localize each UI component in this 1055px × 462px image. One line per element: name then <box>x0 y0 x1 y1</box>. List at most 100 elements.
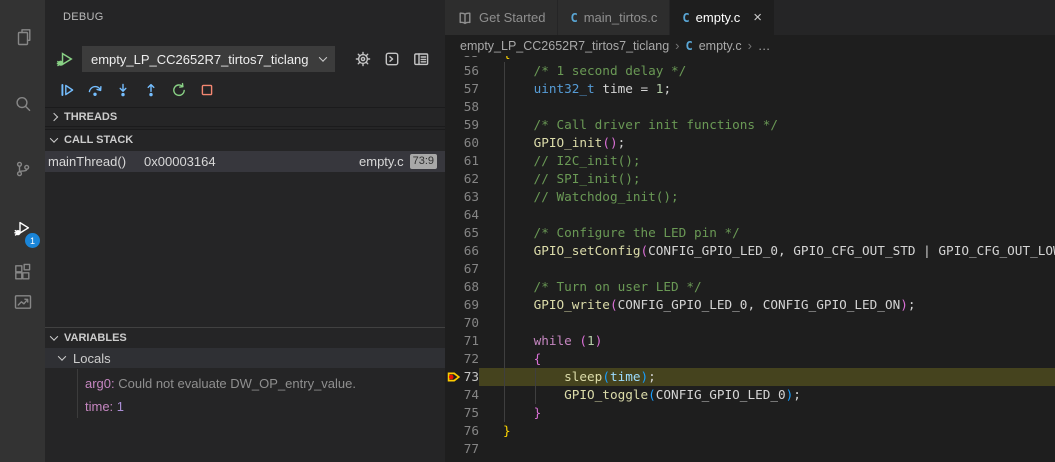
code-line-62[interactable]: 62 // SPI_init(); <box>445 170 1055 188</box>
line-number[interactable]: 66 <box>445 242 479 260</box>
launch-config-dropdown[interactable]: empty_LP_CC2652R7_tirtos7_ticlang <box>82 46 335 72</box>
code-text <box>479 440 1055 458</box>
call-stack-frame-row[interactable]: mainThread() 0x00003164 empty.c 73:9 <box>45 151 445 172</box>
panel-layout-icon[interactable] <box>411 49 431 69</box>
code-line-75[interactable]: 75 } <box>445 404 1055 422</box>
start-debugging-icon[interactable] <box>56 50 74 68</box>
code-line-59[interactable]: 59 /* Call driver init functions */ <box>445 116 1055 134</box>
locals-label: Locals <box>73 351 111 366</box>
c-file-icon: C <box>686 39 693 53</box>
code-line-68[interactable]: 68 /* Turn on user LED */ <box>445 278 1055 296</box>
code-line-76[interactable]: 76} <box>445 422 1055 440</box>
variables-section-header[interactable]: VARIABLES <box>45 327 445 347</box>
code-line-57[interactable]: 57 uint32_t time = 1; <box>445 80 1055 98</box>
line-number[interactable]: 69 <box>445 296 479 314</box>
activity-item-source-control[interactable] <box>0 148 45 190</box>
activity-item-explorer[interactable] <box>0 16 45 58</box>
line-number[interactable]: 64 <box>445 206 479 224</box>
code-line-70[interactable]: 70 <box>445 314 1055 332</box>
activity-item-analysis[interactable] <box>0 281 45 323</box>
settings-icon[interactable] <box>353 49 373 69</box>
code-text: GPIO_toggle(CONFIG_GPIO_LED_0); <box>479 386 1055 404</box>
line-number[interactable]: 76 <box>445 422 479 440</box>
close-icon[interactable]: × <box>753 10 762 25</box>
line-number[interactable]: 60 <box>445 134 479 152</box>
line-number[interactable]: 56 <box>445 62 479 80</box>
code-line-67[interactable]: 67 <box>445 260 1055 278</box>
step-over-button[interactable] <box>86 81 104 99</box>
tab-get-started[interactable]: Get Started <box>445 0 558 35</box>
variable-row[interactable]: arg0: Could not evaluate DW_OP_entry_val… <box>45 372 445 394</box>
code-line-69[interactable]: 69 GPIO_write(CONFIG_GPIO_LED_0, CONFIG_… <box>445 296 1055 314</box>
code-line-56[interactable]: 56 /* 1 second delay */ <box>445 62 1055 80</box>
line-number[interactable]: 68 <box>445 278 479 296</box>
c-file-icon: C <box>682 11 689 25</box>
variable-value: 1 <box>113 399 124 414</box>
step-out-button[interactable] <box>142 81 160 99</box>
line-number[interactable]: 75 <box>445 404 479 422</box>
code-line-71[interactable]: 71 while (1) <box>445 332 1055 350</box>
step-into-button[interactable] <box>114 81 132 99</box>
frame-location: empty.c 73:9 <box>359 154 437 169</box>
restart-button[interactable] <box>170 81 188 99</box>
line-number[interactable]: 67 <box>445 260 479 278</box>
chevron-down-icon <box>58 352 66 360</box>
token <box>503 351 534 366</box>
line-number[interactable]: 70 <box>445 314 479 332</box>
breadcrumb-project[interactable]: empty_LP_CC2652R7_tirtos7_ticlang <box>460 39 669 53</box>
variable-row[interactable]: time: 1 <box>45 395 445 417</box>
debug-console-icon[interactable] <box>382 49 402 69</box>
code-line-74[interactable]: 74 GPIO_toggle(CONFIG_GPIO_LED_0); <box>445 386 1055 404</box>
activity-item-search[interactable] <box>0 83 45 125</box>
code-line-63[interactable]: 63 // Watchdog_init(); <box>445 188 1055 206</box>
frame-address: 0x00003164 <box>144 154 216 169</box>
token: ( <box>579 333 587 348</box>
line-number[interactable]: 77 <box>445 440 479 458</box>
threads-section-header[interactable]: THREADS <box>45 107 445 127</box>
line-number[interactable]: 58 <box>445 98 479 116</box>
code-text <box>479 98 1055 116</box>
code-editor[interactable]: 55{56 /* 1 second delay */57 uint32_t ti… <box>445 56 1055 462</box>
code-line-72[interactable]: 72 { <box>445 350 1055 368</box>
code-line-77[interactable]: 77 <box>445 440 1055 458</box>
code-text: GPIO_init(); <box>479 134 1055 152</box>
code-line-73[interactable]: 73 sleep(time); <box>445 368 1055 386</box>
locals-scope-row[interactable]: Locals <box>45 348 445 368</box>
line-number[interactable]: 74 <box>445 386 479 404</box>
stop-button[interactable] <box>198 81 216 99</box>
line-number[interactable]: 59 <box>445 116 479 134</box>
line-number[interactable]: 61 <box>445 152 479 170</box>
code-line-58[interactable]: 58 <box>445 98 1055 116</box>
token: ; <box>663 81 671 96</box>
debug-badge: 1 <box>25 233 40 248</box>
code-text: /* 1 second delay */ <box>479 62 1055 80</box>
line-number[interactable]: 71 <box>445 332 479 350</box>
code-text: { <box>479 350 1055 368</box>
line-number[interactable]: 65 <box>445 224 479 242</box>
code-line-66[interactable]: 66 GPIO_setConfig(CONFIG_GPIO_LED_0, GPI… <box>445 242 1055 260</box>
line-number[interactable]: 72 <box>445 350 479 368</box>
breadcrumb-file[interactable]: empty.c <box>699 39 742 53</box>
breadcrumb-more[interactable]: … <box>758 39 771 53</box>
line-number[interactable]: 63 <box>445 188 479 206</box>
continue-button[interactable] <box>58 81 76 99</box>
call-stack-section-header[interactable]: CALL STACK <box>45 129 445 149</box>
token: CONFIG_GPIO_LED_0 <box>656 387 786 402</box>
token: } <box>503 423 511 438</box>
code-text: } <box>479 422 1055 440</box>
activity-item-debug[interactable]: 1 <box>0 208 45 250</box>
token: { <box>503 56 511 60</box>
code-line-60[interactable]: 60 GPIO_init(); <box>445 134 1055 152</box>
line-number[interactable]: 57 <box>445 80 479 98</box>
token: /* Turn on user LED */ <box>503 279 702 294</box>
code-line-65[interactable]: 65 /* Configure the LED pin */ <box>445 224 1055 242</box>
current-line-breakpoint-icon[interactable] <box>447 370 461 384</box>
code-line-61[interactable]: 61 // I2C_init(); <box>445 152 1055 170</box>
code-line-64[interactable]: 64 <box>445 206 1055 224</box>
tab-empty-c[interactable]: Cempty.c× <box>670 0 775 35</box>
token: sleep <box>564 369 602 384</box>
editor-group: Get StartedCmain_tirtos.cCempty.c× empty… <box>445 0 1055 462</box>
line-number[interactable]: 62 <box>445 170 479 188</box>
current-execution-line: sleep(time); <box>479 368 1055 386</box>
tab-main-tirtos-c[interactable]: Cmain_tirtos.c <box>558 0 670 35</box>
